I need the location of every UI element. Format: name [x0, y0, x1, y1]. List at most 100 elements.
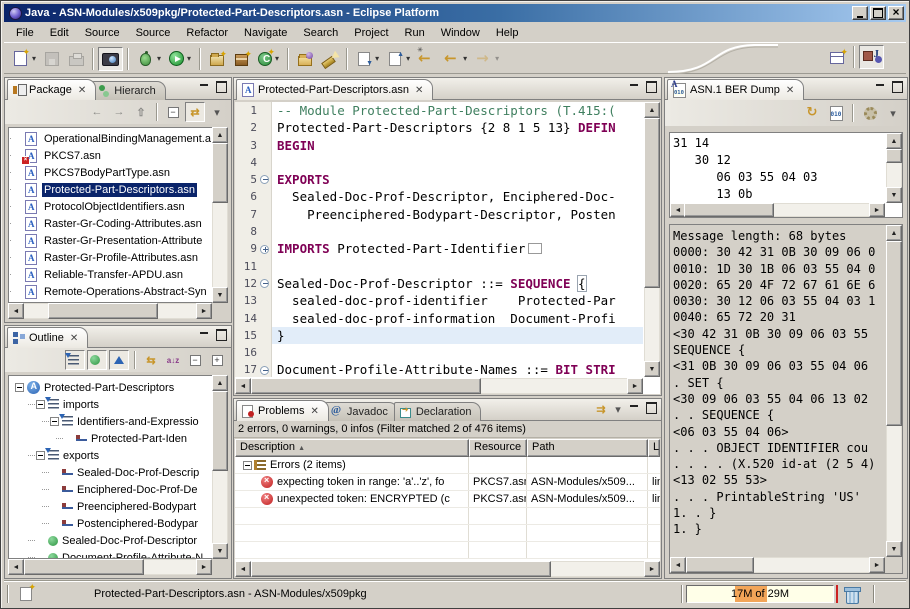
refresh-button[interactable]: ⇆ — [141, 350, 161, 370]
debug-button[interactable] — [133, 47, 165, 71]
code-line[interactable]: 9 IMPORTS Protected-Part-Identifier — [235, 240, 643, 257]
maximize-view-button[interactable] — [644, 402, 658, 414]
editor-hscrollbar[interactable]: ◄ ► — [235, 378, 643, 394]
back-button[interactable] — [439, 47, 471, 71]
tab-javadoc[interactable]: Javadoc — [325, 402, 398, 421]
ber-text-vscrollbar[interactable]: ▲ ▼ — [886, 225, 902, 557]
refresh-dump-button[interactable] — [803, 103, 823, 123]
scroll-left-button[interactable]: ◄ — [235, 561, 251, 577]
problems-group-row[interactable]: Errors (2 items) — [235, 457, 660, 474]
package-explorer-vscrollbar[interactable]: ▲ ▼ — [212, 127, 228, 303]
menu-item[interactable]: File — [8, 25, 42, 41]
view-menu-button[interactable]: ▾ — [612, 402, 624, 416]
code-line[interactable]: 3 BEGIN — [235, 137, 643, 154]
tab-problems[interactable]: Problems ✕ — [236, 400, 329, 421]
scrollbar-thumb[interactable] — [24, 559, 144, 575]
filter-types-toggle[interactable] — [87, 350, 107, 370]
tree-expander[interactable] — [243, 461, 252, 470]
tree-expander[interactable] — [15, 383, 24, 392]
scrollbar-thumb[interactable] — [886, 241, 902, 426]
new-package-button[interactable] — [229, 47, 254, 71]
new-java-project-button[interactable] — [205, 47, 229, 71]
up-button[interactable]: ⇧ — [131, 102, 151, 122]
scroll-up-button[interactable]: ▲ — [212, 375, 228, 391]
search-button[interactable] — [317, 47, 342, 71]
tab-package-explorer[interactable]: Package ✕ — [7, 79, 96, 100]
menu-item[interactable]: Help — [488, 25, 527, 41]
close-tab-icon[interactable]: ✕ — [786, 85, 794, 96]
close-tab-icon[interactable]: ✕ — [70, 333, 78, 344]
tab-editor-file[interactable]: Protected-Part-Descriptors.asn ✕ — [236, 79, 433, 100]
open-type-button[interactable] — [293, 47, 317, 71]
close-tab-icon[interactable]: ✕ — [78, 85, 86, 96]
scroll-down-button[interactable]: ▼ — [212, 287, 228, 303]
scroll-up-button[interactable]: ▲ — [212, 127, 228, 143]
scroll-left-button[interactable]: ◄ — [235, 378, 251, 394]
tab-hierarchy[interactable]: Hierarch — [92, 81, 166, 100]
code-line[interactable]: 4 — [235, 154, 643, 171]
view-menu-button[interactable]: ▾ — [207, 102, 227, 122]
scroll-right-button[interactable]: ► — [869, 557, 885, 573]
scrollbar-thumb[interactable] — [686, 557, 754, 573]
menu-item[interactable]: Source — [77, 25, 128, 41]
package-explorer-file[interactable]: PKCS7.asn — [13, 147, 227, 164]
outline-node[interactable]: Postenciphered-Bodypar — [11, 515, 227, 532]
package-explorer-file[interactable]: Protected-Part-Descriptors.asn — [13, 181, 227, 198]
collapse-all-button[interactable]: − — [163, 102, 183, 122]
menu-item[interactable]: Navigate — [236, 25, 295, 41]
scrollbar-thumb[interactable] — [212, 391, 228, 471]
scroll-down-button[interactable]: ▼ — [886, 187, 902, 203]
code-line[interactable]: 16 — [235, 344, 643, 361]
ber-text-pane[interactable]: Message length: 68 bytes0000: 30 42 31 0… — [669, 224, 903, 574]
column-resource[interactable]: Resource — [469, 439, 527, 457]
scroll-up-button[interactable]: ▲ — [644, 102, 660, 118]
collapse-all-button[interactable]: − — [185, 350, 205, 370]
package-explorer-file[interactable]: Raster-Gr-Profile-Attributes.asn — [13, 249, 227, 266]
code-line[interactable]: 15 } — [235, 327, 643, 344]
scrollbar-thumb[interactable] — [684, 203, 774, 217]
outline-node[interactable]: Sealed-Doc-Prof-Descriptor — [11, 532, 227, 549]
expand-all-button[interactable]: + — [207, 350, 227, 370]
tree-expander[interactable] — [50, 417, 59, 426]
fold-marker[interactable] — [260, 366, 269, 375]
package-explorer-hscrollbar[interactable]: ◄ ► — [8, 303, 212, 319]
outline-node[interactable]: Identifiers-and-Expressio — [11, 413, 227, 430]
filter-fields-toggle[interactable] — [65, 350, 85, 370]
scroll-left-button[interactable]: ◄ — [670, 557, 686, 573]
view-menu-button[interactable]: ▾ — [883, 103, 903, 123]
code-area[interactable]: 1 -- Module Protected-Part-Descriptors (… — [235, 102, 643, 377]
new-wizard-button[interactable] — [8, 47, 40, 71]
package-explorer-file[interactable]: Raster-Gr-Coding-Attributes.asn — [13, 215, 227, 232]
outline-hscrollbar[interactable]: ◄ ► — [8, 559, 212, 575]
menu-item[interactable]: Project — [346, 25, 396, 41]
menu-item[interactable]: Window — [433, 25, 488, 41]
scroll-down-button[interactable]: ▼ — [644, 361, 660, 377]
package-explorer-file[interactable]: ProtocolObjectIdentifiers.asn — [13, 198, 227, 215]
scrollbar-thumb[interactable] — [251, 378, 481, 394]
maximize-view-button[interactable] — [644, 81, 658, 93]
minimize-view-button[interactable] — [627, 402, 641, 414]
previous-annotation-button[interactable] — [383, 47, 414, 71]
maximize-view-button[interactable] — [890, 81, 904, 93]
menu-item[interactable]: Source — [128, 25, 179, 41]
forward-history-button[interactable]: → — [109, 102, 129, 122]
code-line[interactable]: 8 — [235, 223, 643, 240]
scroll-right-button[interactable]: ► — [627, 378, 643, 394]
scroll-down-button[interactable]: ▼ — [212, 543, 228, 559]
back-history-button[interactable]: ← — [87, 102, 107, 122]
scroll-left-button[interactable]: ◄ — [8, 303, 24, 319]
outline-node[interactable]: Protected-Part-Iden — [11, 430, 227, 447]
ber-tree-vscrollbar[interactable]: ▲ ▼ — [886, 133, 902, 203]
problem-row[interactable]: expecting token in range: 'a'..'z', fo P… — [235, 474, 660, 491]
scroll-up-button[interactable]: ▲ — [886, 225, 902, 241]
code-line[interactable]: 1 -- Module Protected-Part-Descriptors (… — [235, 102, 643, 119]
garbage-collect-button[interactable] — [842, 585, 862, 603]
menu-item[interactable]: Refactor — [178, 25, 236, 41]
scroll-right-button[interactable]: ► — [869, 203, 885, 217]
code-line[interactable]: 5 EXPORTS — [235, 171, 643, 188]
minimize-view-button[interactable] — [873, 81, 887, 93]
package-explorer-file[interactable]: OperationalBindingManagement.a — [13, 130, 227, 147]
tree-expander[interactable] — [36, 451, 45, 460]
sort-button[interactable]: a↓z — [163, 350, 183, 370]
problem-row[interactable]: unexpected token: ENCRYPTED (c PKCS7.asn… — [235, 491, 660, 508]
